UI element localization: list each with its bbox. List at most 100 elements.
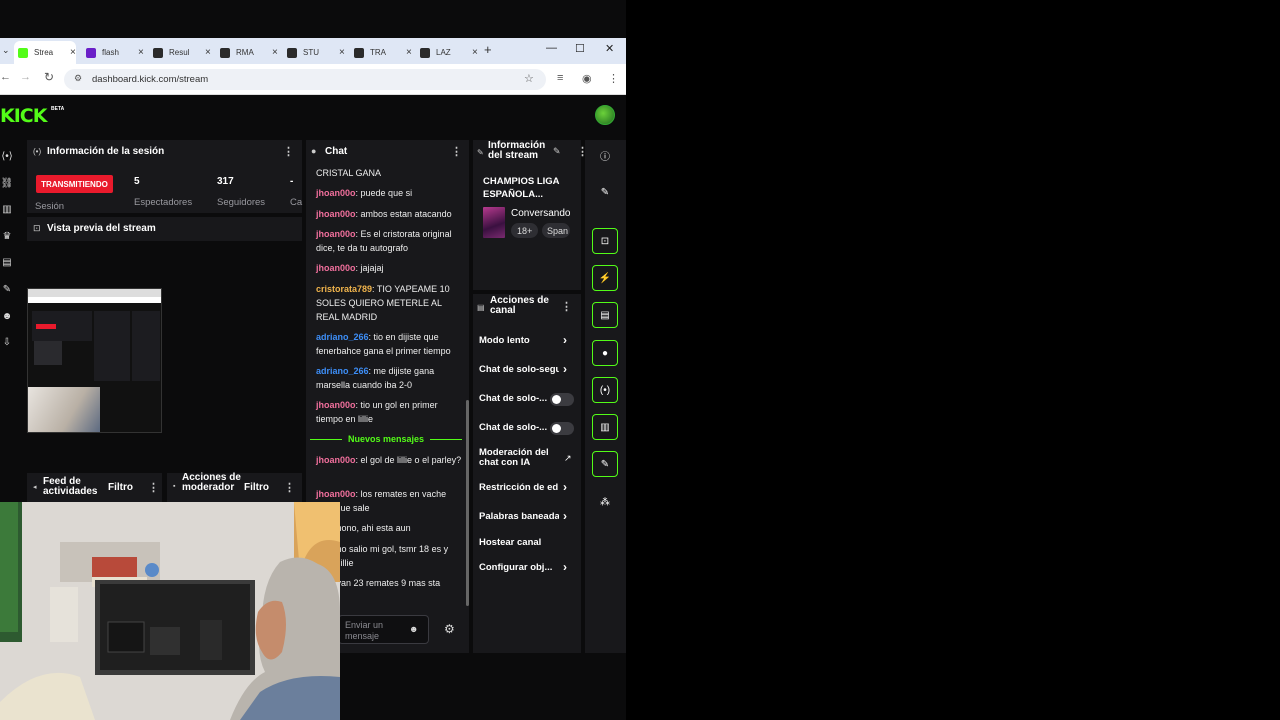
profile-icon[interactable]: ◉: [582, 72, 592, 85]
user-avatar[interactable]: [595, 105, 615, 125]
layout-tool-icon[interactable]: ▥: [592, 414, 618, 440]
chat-username[interactable]: cristorata789: [316, 284, 372, 294]
maximize-icon[interactable]: ☐: [575, 42, 585, 55]
forward-icon[interactable]: →: [20, 71, 31, 83]
media-control-icon[interactable]: ≡: [557, 72, 563, 84]
chevron-right-icon[interactable]: ›: [563, 509, 567, 523]
edit-icon[interactable]: ✎: [553, 146, 561, 157]
lightning-tool-icon[interactable]: ⚡: [592, 265, 618, 291]
chat-scrollbar[interactable]: [466, 400, 469, 606]
chat-username[interactable]: jhoan00o: [316, 489, 356, 499]
capture-tool-icon[interactable]: ⊡: [592, 228, 618, 254]
ai-moderation-option[interactable]: Moderación del chat con IA: [479, 448, 554, 468]
notes-tool-icon[interactable]: ▤: [592, 302, 618, 328]
yahoo-favicon-icon: [86, 47, 96, 58]
activity-menu-icon[interactable]: ⋮: [148, 481, 159, 494]
tab-title: RMA: [236, 48, 254, 57]
tab-search-icon[interactable]: ⌄: [2, 45, 10, 56]
stream-nav-icon[interactable]: ⟨•⟩: [0, 151, 14, 162]
chat-username[interactable]: jhoan00o: [316, 229, 356, 239]
info-icon[interactable]: ⓘ: [592, 142, 618, 168]
chat-message: adriano_266: tio en dijiste que fenerbah…: [316, 332, 451, 356]
chat-username[interactable]: adriano_266: [316, 366, 369, 376]
viewers-label: Espectadores: [134, 197, 193, 208]
followers-only-chat-option[interactable]: Chat de solo-segu: [479, 364, 559, 375]
banned-words-option[interactable]: Palabras baneada: [479, 511, 559, 522]
broadcast-tool-icon[interactable]: (•): [592, 377, 618, 403]
channel-actions-icon: ▤: [477, 303, 485, 312]
link-nav-icon[interactable]: ⛓: [0, 178, 14, 189]
close-icon[interactable]: ×: [406, 47, 412, 58]
share-tool-icon[interactable]: ⁂: [592, 489, 618, 515]
chevron-right-icon[interactable]: ›: [563, 480, 567, 494]
pencil-icon[interactable]: ✎: [592, 179, 618, 205]
chevron-right-icon[interactable]: ›: [563, 560, 567, 574]
download-nav-icon[interactable]: ⇩: [0, 337, 14, 348]
emote-only-toggle[interactable]: [550, 422, 574, 435]
preview-webcam: [28, 387, 100, 432]
new-tab-button[interactable]: +: [484, 42, 492, 57]
wrench-tool-icon[interactable]: ✎: [592, 451, 618, 477]
tab-laz[interactable]: LAZ ×: [416, 41, 478, 64]
edit-restriction-option[interactable]: Restricción de ed: [479, 482, 559, 493]
close-icon[interactable]: ×: [138, 47, 144, 58]
channel-actions-menu-icon[interactable]: ⋮: [561, 300, 572, 313]
subscribers-only-toggle[interactable]: [550, 393, 574, 406]
chat-username[interactable]: jhoan00o: [316, 209, 356, 219]
kick-logo[interactable]: KICK: [0, 105, 47, 127]
url-field[interactable]: ⚙ dashboard.kick.com/stream ☆: [64, 69, 546, 90]
chat-username[interactable]: jhoan00o: [316, 455, 356, 465]
preview-title: Vista previa del stream: [47, 223, 156, 234]
activity-filter-button[interactable]: Filtro: [108, 482, 133, 493]
window-close-icon[interactable]: ✕: [605, 42, 614, 55]
wrench-nav-icon[interactable]: ✎: [0, 284, 14, 295]
close-icon[interactable]: ×: [272, 47, 278, 58]
tab-stu[interactable]: STU ×: [283, 41, 345, 64]
chat-username[interactable]: jhoan00o: [316, 263, 356, 273]
host-channel-option[interactable]: Hostear canal: [479, 537, 541, 548]
tag-pill: Span: [542, 223, 570, 238]
divider-line: [430, 438, 463, 440]
preview-panel: [34, 341, 62, 365]
chevron-right-icon[interactable]: ›: [563, 333, 567, 347]
chat-message: CRISTAL GANA: [316, 166, 464, 180]
extra-stat-value: -: [290, 176, 294, 187]
reload-icon[interactable]: ↻: [44, 70, 54, 84]
close-icon[interactable]: ×: [70, 47, 76, 58]
emoji-icon[interactable]: ☻: [409, 624, 418, 634]
video-nav-icon[interactable]: ▤: [0, 257, 14, 268]
mod-filter-button[interactable]: Filtro: [244, 482, 269, 493]
chevron-right-icon[interactable]: ›: [563, 362, 567, 376]
close-icon[interactable]: ×: [205, 47, 211, 58]
chat-settings-icon[interactable]: ⚙: [444, 622, 455, 636]
chat-message-input[interactable]: Enviar un mensaje ☻: [338, 615, 429, 644]
minimize-icon[interactable]: —: [546, 42, 557, 54]
tab-strip: ⌄ Strea × flash × Resul × RMA × STU × TR…: [0, 38, 626, 64]
stream-preview-video[interactable]: [27, 288, 162, 433]
trophy-nav-icon[interactable]: ♛: [0, 231, 14, 242]
bookmark-star-icon[interactable]: ☆: [524, 72, 534, 85]
chat-username[interactable]: jhoan00o: [316, 188, 356, 198]
session-menu-icon[interactable]: ⋮: [283, 145, 294, 158]
tab-tra[interactable]: TRA ×: [350, 41, 412, 64]
close-icon[interactable]: ×: [472, 47, 478, 58]
slow-mode-option[interactable]: Modo lento: [479, 335, 530, 346]
tab-rma[interactable]: RMA ×: [216, 41, 278, 64]
chat-username[interactable]: adriano_266: [316, 332, 369, 342]
chat-tool-icon[interactable]: ●: [592, 340, 618, 366]
analytics-nav-icon[interactable]: ▥: [0, 204, 14, 215]
external-link-icon[interactable]: ↗: [564, 453, 572, 464]
activity-feed-panel: ◂ Feed de actividades Filtro ⋮: [27, 473, 162, 503]
chat-menu-icon[interactable]: ⋮: [451, 145, 462, 158]
tab-stream[interactable]: Strea ×: [14, 41, 76, 64]
browser-menu-icon[interactable]: ⋮: [608, 72, 619, 85]
close-icon[interactable]: ×: [339, 47, 345, 58]
chat-username[interactable]: jhoan00o: [316, 400, 356, 410]
tab-flash[interactable]: flash ×: [82, 41, 144, 64]
back-icon[interactable]: ←: [0, 71, 11, 83]
site-settings-icon[interactable]: ⚙: [74, 73, 82, 84]
configure-goal-option[interactable]: Configurar obj...: [479, 562, 552, 573]
mod-menu-icon[interactable]: ⋮: [284, 481, 295, 494]
users-nav-icon[interactable]: ☻: [0, 311, 14, 322]
tab-results[interactable]: Resul ×: [149, 41, 211, 64]
